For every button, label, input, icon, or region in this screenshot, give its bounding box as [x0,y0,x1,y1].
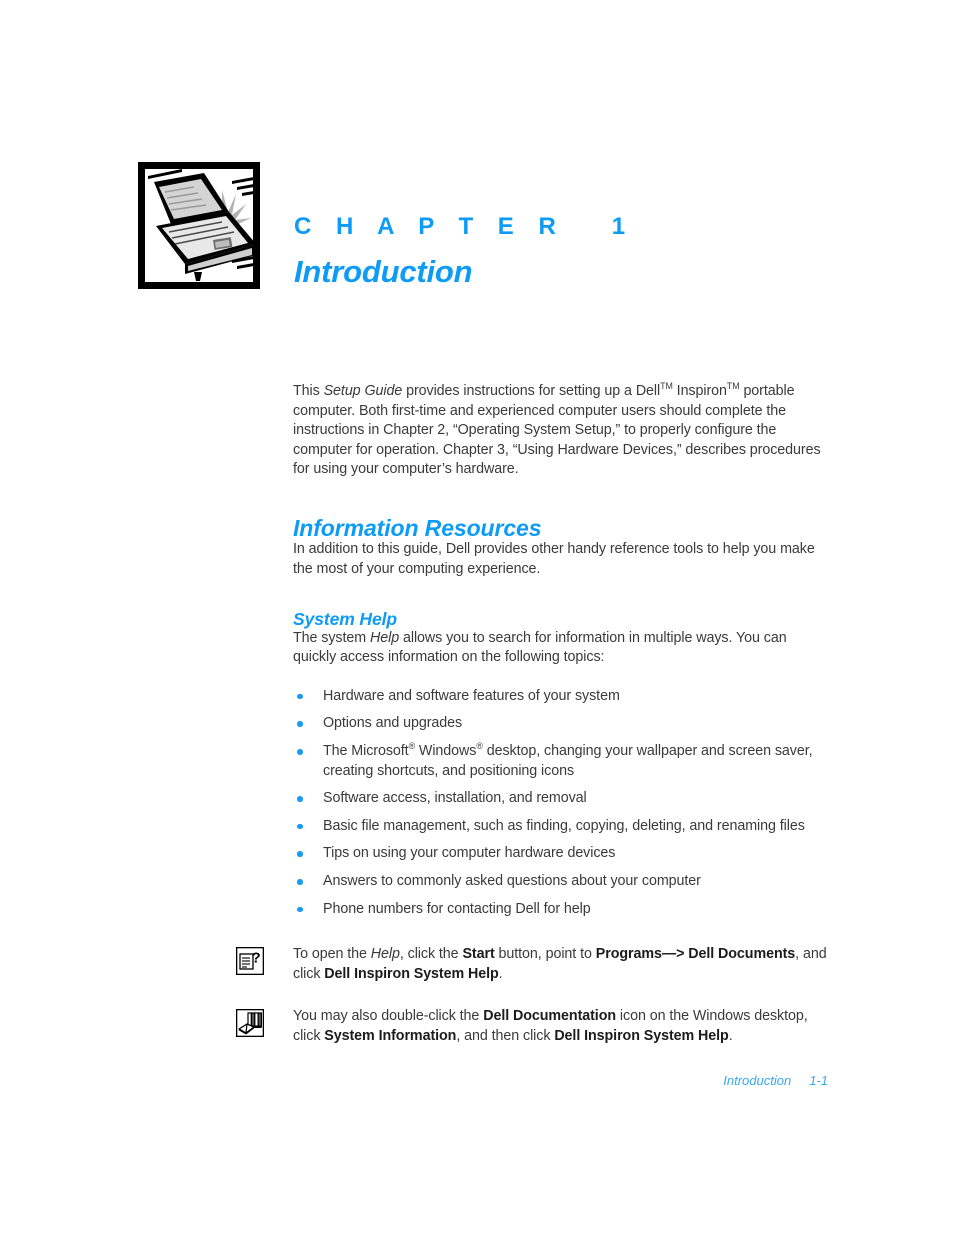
list-item: Hardware and software features of your s… [293,687,828,707]
document-page: C H A P T E R 1 Introduction This Setup … [0,0,954,1235]
note-open-help-text: To open the Help, click the Start button… [293,945,828,984]
list-item-label-part2: Windows [415,743,477,760]
note-open-help: ? To open the Help, click the Start butt… [235,945,828,985]
list-item-label: Options and upgrades [323,715,463,732]
note2-part3: , and then click [456,1027,555,1044]
bullet-dot-icon [297,906,303,913]
note-dell-documentation: You may also double-click the Dell Docum… [235,1007,828,1047]
list-item-label: Basic file management, such as finding, … [323,817,805,834]
list-item: Options and upgrades [293,714,828,734]
note1-part5: . [498,965,503,982]
list-item: Answers to commonly asked questions abou… [293,872,828,892]
dell-inspiron-system-help-label: Dell Inspiron System Help [554,1027,729,1044]
chapter-title: Introduction [294,254,473,289]
intro-paragraph: This Setup Guide provides instructions f… [293,382,828,480]
list-item-label-part1: The Microsoft [323,743,409,760]
note1-part3: button, point to [494,946,596,963]
intro-part2: provides instructions for setting up a D… [402,383,661,399]
bullet-dot-icon [297,823,303,830]
page-footer: Introduction 1-1 [0,1073,954,1088]
list-item: Software access, installation, and remov… [293,789,828,809]
system-help-topics-list: Hardware and software features of your s… [293,687,828,919]
system-help-heading: System Help [293,609,397,630]
system-information-label: System Information [324,1027,457,1044]
programs-dell-documents-path: Programs—> Dell Documents [595,946,796,963]
list-item-label: Hardware and software features of your s… [323,687,620,704]
setup-guide-title: Setup Guide [323,383,403,399]
content-column: This Setup Guide provides instructions f… [235,382,828,1047]
dell-inspiron-system-help-label: Dell Inspiron System Help [324,965,499,982]
bullet-dot-icon [297,796,303,802]
list-item: The Microsoft® Windows® desktop, changin… [293,742,828,781]
bullet-dot-icon [297,879,303,885]
information-resources-paragraph: In addition to this guide, Dell provides… [293,541,815,577]
note1-part1: To open the [293,946,371,963]
information-resources-heading: Information Resources [293,514,542,541]
chapter-banner: C H A P T E R 1 Introduction [136,160,826,300]
help-document-icon: ? [235,946,265,976]
system-help-intro-part1: The system [293,629,370,646]
list-item-label: Phone numbers for contacting Dell for he… [323,900,591,917]
bullet-dot-icon [297,851,303,857]
dell-documentation-label: Dell Documentation [483,1008,617,1025]
chapter-heading-block: C H A P T E R 1 Introduction [294,213,635,289]
bullet-dot-icon [297,721,303,727]
list-item: Tips on using your computer hardware dev… [293,844,828,864]
dell-trademark-symbol: TM [660,381,673,392]
note1-part2: , click the [399,946,463,963]
start-button-label: Start [462,946,495,963]
note1-help-italic: Help [370,946,400,963]
intro-part3: Inspiron [672,383,727,399]
footer-chapter-name: Introduction [723,1073,792,1088]
bullet-dot-icon [297,693,303,700]
list-item-label: Software access, installation, and remov… [323,790,587,807]
list-item: Basic file management, such as finding, … [293,817,828,837]
laptop-computer-illustration [136,160,262,291]
note2-part4: . [728,1027,733,1044]
list-item: Phone numbers for contacting Dell for he… [293,900,828,920]
list-item-label: Answers to commonly asked questions abou… [323,873,701,890]
chapter-label: C H A P T E R 1 [294,213,635,240]
bullet-dot-icon [297,749,303,755]
svg-text:?: ? [252,950,261,967]
intro-part1: This [293,383,324,399]
note2-part1: You may also double-click the [293,1008,484,1025]
note-dell-documentation-text: You may also double-click the Dell Docum… [293,1007,828,1046]
help-word-italic: Help [369,629,400,646]
documentation-books-icon [235,1008,265,1038]
list-item-label: Tips on using your computer hardware dev… [323,845,616,862]
system-help-intro-paragraph: The system Help allows you to search for… [293,629,828,668]
inspiron-trademark-symbol: TM [726,381,740,392]
footer-page-number: 1-1 [809,1073,828,1088]
